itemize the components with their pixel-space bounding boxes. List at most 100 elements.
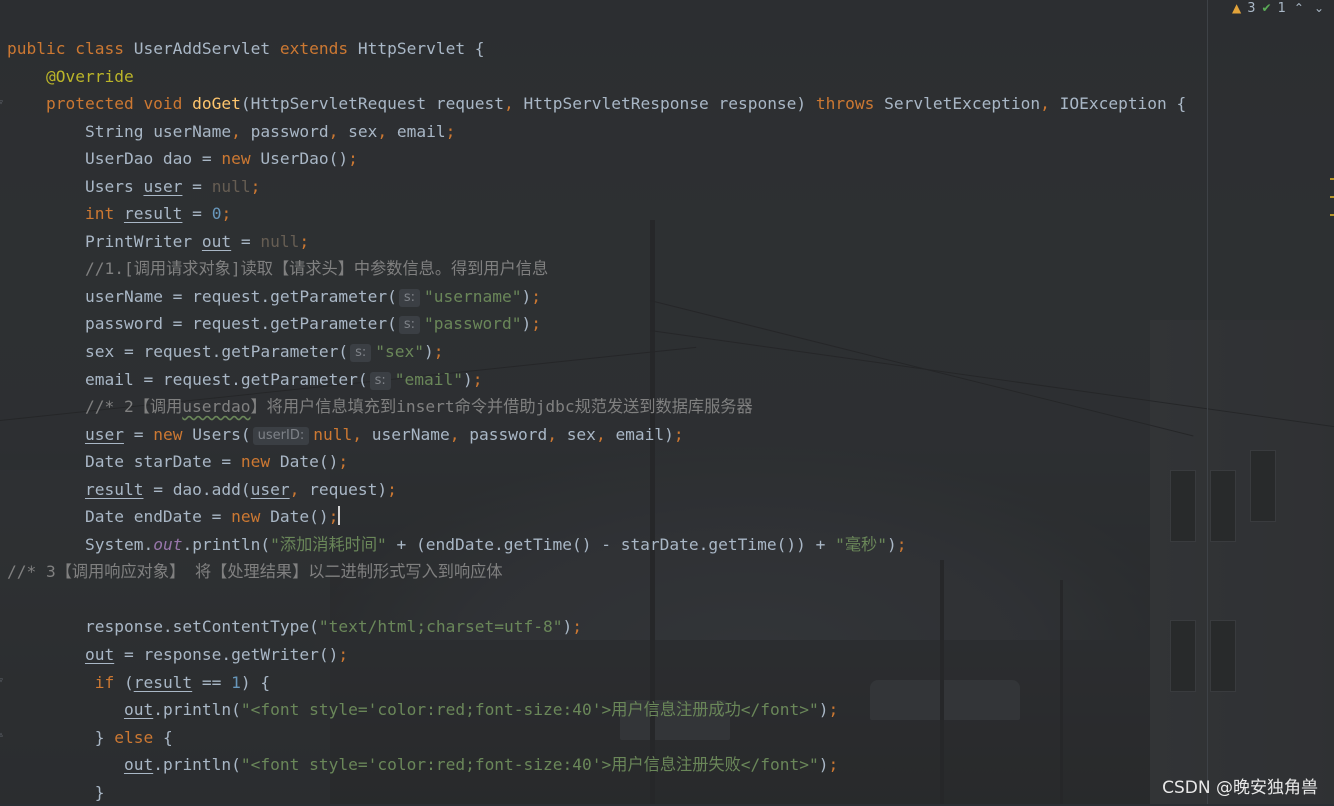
code-string: "username" <box>424 286 522 306</box>
code-text: userName = request.getParameter( <box>84 286 397 306</box>
code-keyword: ; <box>250 176 261 196</box>
code-comment-typo: userdao <box>182 397 251 417</box>
code-text: HttpServletResponse response) <box>523 94 816 114</box>
code-line[interactable]: String userName, password, sex, email; <box>7 118 1186 146</box>
code-comment: //* 2【调用 <box>84 397 183 417</box>
chevron-up-icon[interactable]: ⌃ <box>1292 1 1306 15</box>
code-keyword: ; <box>828 755 839 775</box>
code-keyword: , <box>547 424 567 444</box>
code-text: password = request.getParameter( <box>84 314 397 334</box>
code-keyword: ; <box>433 342 444 362</box>
code-line[interactable]: Date starDate = new Date(); <box>7 448 1186 476</box>
code-line[interactable]: out.println("<font style='color:red;font… <box>7 696 1186 724</box>
code-line[interactable]: out.println("<font style='color:red;font… <box>7 751 1186 779</box>
code-line[interactable]: user = new Users(userID: null, userName, … <box>7 421 1186 449</box>
code-string: "添加消耗时间" <box>270 534 387 554</box>
code-keyword: ; <box>221 204 232 224</box>
code-number: 0 <box>211 204 222 224</box>
code-line[interactable]: public class UserAddServlet extends Http… <box>7 35 1186 63</box>
code-text: = <box>182 204 212 224</box>
code-line[interactable] <box>7 586 1186 614</box>
code-line[interactable]: out = response.getWriter(); <box>7 641 1186 669</box>
code-comment: //* 3【调用响应对象】 将【处理结果】以二进制形式写入到响应体 <box>7 562 503 582</box>
code-text: System. <box>84 534 154 554</box>
code-text: { <box>162 727 173 747</box>
code-string: "password" <box>424 314 522 334</box>
code-string: "text/html;charset=utf-8" <box>318 617 563 637</box>
code-keyword: ; <box>387 479 397 499</box>
code-line[interactable]: } else { <box>7 724 1186 752</box>
code-text: response.setContentType( <box>84 617 319 637</box>
warning-stripe-mark[interactable] <box>1330 214 1334 216</box>
code-keyword: ; <box>299 231 310 251</box>
code-text: Date() <box>279 452 339 472</box>
code-keyword: new <box>221 149 261 169</box>
code-line[interactable]: @Override <box>7 63 1186 91</box>
code-line[interactable]: if (result == 1) { <box>7 669 1186 697</box>
code-line[interactable]: System.out.println("添加消耗时间" + (endDate.g… <box>7 531 1186 559</box>
code-line[interactable]: //* 3【调用响应对象】 将【处理结果】以二进制形式写入到响应体 <box>7 558 1186 586</box>
code-keyword: new <box>240 452 280 472</box>
code-text: } <box>84 782 105 802</box>
code-line[interactable]: password = request.getParameter(s: "passw… <box>7 310 1186 338</box>
inspection-widget[interactable]: ▲ 3 ✔ 1 ⌃ ⌄ <box>1232 0 1334 16</box>
code-text: ( <box>123 672 134 692</box>
code-line[interactable]: int result = 0; <box>7 200 1186 228</box>
chevron-down-icon[interactable]: ⌄ <box>1312 1 1326 15</box>
code-line[interactable]: //* 2【调用userdao】将用户信息填充到insert命令并借助jdbc规… <box>7 393 1186 421</box>
code-keyword: extends <box>279 39 358 58</box>
code-keyword: ; <box>896 534 907 554</box>
code-text: email <box>396 121 446 141</box>
code-text: Date endDate = <box>84 507 232 527</box>
code-text: password <box>469 424 548 444</box>
code-text: email = request.getParameter( <box>84 369 368 389</box>
code-text: ) <box>886 534 897 554</box>
code-line[interactable]: userName = request.getParameter(s: "usern… <box>7 283 1186 311</box>
warning-stripe-mark[interactable] <box>1330 178 1334 180</box>
parameter-hint: s: <box>398 288 420 307</box>
code-line[interactable]: Users user = null; <box>7 173 1186 201</box>
code-keyword: , <box>231 121 251 141</box>
code-text: .println( <box>182 534 271 554</box>
code-string: "email" <box>394 369 463 389</box>
code-keyword: new <box>153 424 193 444</box>
code-text: sex <box>566 424 596 444</box>
code-line[interactable]: result = dao.add(user, request); <box>7 476 1186 504</box>
code-line[interactable]: } <box>7 779 1186 806</box>
code-reassigned-variable: out <box>123 700 154 720</box>
code-line[interactable]: sex = request.getParameter(s: "sex"); <box>7 338 1186 366</box>
code-text: ) <box>521 314 532 334</box>
code-line[interactable]: //1.[调用请求对象]读取【请求头】中参数信息。得到用户信息 <box>7 255 1186 283</box>
code-line[interactable]: PrintWriter out = null; <box>7 228 1186 256</box>
code-keyword: , <box>449 424 470 444</box>
code-text: ServletException <box>884 94 1041 114</box>
parameter-hint: userID: <box>252 426 310 445</box>
code-line[interactable]: email = request.getParameter(s: "email"); <box>7 366 1186 394</box>
code-line[interactable]: Date endDate = new Date(); <box>7 503 1186 531</box>
code-keyword: int <box>84 204 124 224</box>
code-text: Date starDate = <box>84 452 241 472</box>
code-reassigned-variable: result <box>84 479 144 499</box>
warning-stripe-mark[interactable] <box>1330 196 1334 198</box>
code-line[interactable]: response.setContentType("text/html;chars… <box>7 613 1186 641</box>
code-editor[interactable]: public class UserAddServlet extends Http… <box>7 35 1186 806</box>
code-line[interactable]: UserDao dao = new UserDao(); <box>7 145 1186 173</box>
code-text: .println( <box>153 700 241 720</box>
code-text: } <box>84 727 115 747</box>
code-string: "<font style='color:red;font-size:40'>用户… <box>240 700 819 720</box>
code-line[interactable]: protected void doGet(HttpServletRequest … <box>7 90 1186 118</box>
